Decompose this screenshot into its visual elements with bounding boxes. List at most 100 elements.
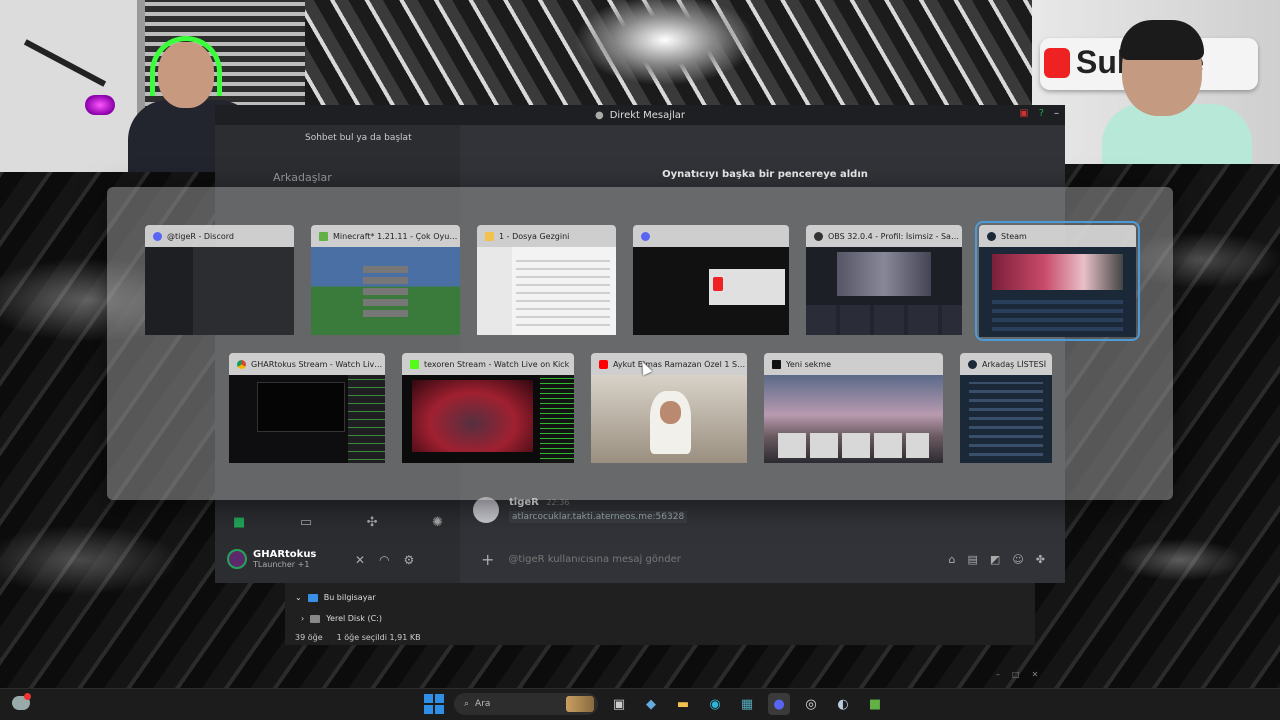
chevron-right-icon[interactable]: › [301, 614, 304, 623]
taskbar-apps: ⌕ Ara ▣ ◆ ▬ ◉ ▦ ● ◎ ◐ ■ [424, 693, 886, 715]
user-status: TLauncher +1 [253, 560, 310, 569]
soundboard-icon[interactable]: ✺ [432, 515, 443, 530]
message-composer[interactable]: + @tigeR kullanıcısına mesaj gönder ⌂ ▤ … [473, 545, 1053, 573]
user-controls: ✕ ◠ ⚙ [355, 553, 414, 567]
window-preview [806, 247, 962, 335]
kick-icon [410, 359, 419, 369]
switcher-item-youtube[interactable]: Aykut Elmas Ramazan Özel 1 Saa... [591, 353, 747, 463]
tree-item-this-pc[interactable]: ⌄ Bu bilgisayar [295, 593, 376, 602]
switcher-item-new-tab[interactable]: Yeni sekme [764, 353, 943, 463]
switcher-item-steam[interactable]: Steam [975, 221, 1140, 341]
mic-light [85, 95, 115, 115]
obs-icon [814, 231, 823, 241]
window-preview [229, 375, 385, 463]
window-preview [633, 247, 789, 335]
minecraft-icon [319, 231, 328, 241]
chrome-icon [237, 359, 246, 369]
steam-icon[interactable]: ◐ [832, 693, 854, 715]
browser-tab-icon [772, 359, 781, 369]
composer-placeholder[interactable]: @tigeR kullanıcısına mesaj gönder [508, 554, 680, 565]
file-explorer-window[interactable]: ⌄ Bu bilgisayar › Yerel Disk (C:) 39 öğe… [285, 583, 1035, 645]
gift-icon[interactable]: ⌂ [949, 553, 956, 566]
switcher-item-friends-list[interactable]: Arkadaş LİSTESİ [960, 353, 1052, 463]
message-text[interactable]: atlarcocuklar.takti.aterneos.me:56328 [509, 511, 688, 523]
window-controls-mini: – □ ✕ [996, 670, 1038, 679]
steam-icon [968, 359, 977, 369]
activity-bar: ■ ▭ ✣ ✺ [233, 515, 443, 530]
tree-label: Yerel Disk (C:) [326, 614, 382, 623]
folder-icon [485, 231, 494, 241]
play-icon [1044, 48, 1070, 78]
avatar[interactable] [227, 549, 247, 569]
activities-icon[interactable]: ✣ [367, 515, 378, 530]
tree-label: Bu bilgisayar [323, 593, 376, 602]
screen-share-icon[interactable]: ▭ [300, 515, 312, 530]
conversation-search[interactable]: Sohbet bul ya da başlat [305, 133, 455, 143]
switcher-item-discord-popout[interactable] [633, 225, 789, 335]
window-preview [311, 247, 460, 335]
start-button[interactable] [424, 694, 444, 714]
switcher-item-file-explorer[interactable]: 1 - Dosya Gezgini [477, 225, 616, 335]
help-icon[interactable]: ? [1039, 108, 1044, 119]
youtube-icon [599, 359, 608, 369]
status-bar: 39 öğe 1 öğe seçildi 1,91 KB [295, 633, 421, 642]
discord-icon[interactable]: ● [768, 693, 790, 715]
chevron-down-icon[interactable]: ⌄ [295, 593, 302, 602]
minimize-icon[interactable]: – [996, 670, 1000, 679]
switcher-item-minecraft[interactable]: Minecraft* 1.21.11 - Çok Oyuncu... [311, 225, 460, 335]
task-view-icon[interactable]: ▣ [608, 693, 630, 715]
switcher-item-discord[interactable]: @tigeR - Discord [145, 225, 294, 335]
taskbar-search[interactable]: ⌕ Ara [454, 693, 598, 715]
user-panel[interactable]: GHARtokus TLauncher +1 [227, 549, 316, 569]
switcher-item-kick[interactable]: texoren Stream - Watch Live on Kick [402, 353, 574, 463]
window-preview [145, 247, 294, 335]
discord-title: Direkt Mesajlar [609, 109, 686, 121]
search-placeholder: Ara [475, 699, 491, 709]
search-icon: ⌕ [464, 699, 470, 709]
discord-icon [641, 231, 650, 241]
tree-item-local-disk[interactable]: › Yerel Disk (C:) [301, 614, 382, 623]
window-preview [764, 375, 943, 463]
headphones-icon[interactable]: ◠ [379, 553, 389, 567]
minecraft-icon[interactable]: ■ [864, 693, 886, 715]
settings-gear-icon[interactable]: ⚙ [404, 553, 415, 567]
popout-notice: Oynatıcıyı başka bir pencereye aldın [662, 169, 868, 180]
edge-icon[interactable]: ◉ [704, 693, 726, 715]
task-switcher: @tigeR - Discord Minecraft* 1.21.11 - Ço… [107, 187, 1173, 500]
obs-icon[interactable]: ◎ [800, 693, 822, 715]
friends-nav[interactable]: Arkadaşlar [273, 171, 332, 184]
emoji-icon[interactable]: ☺ [1012, 553, 1023, 566]
mic-arm [23, 39, 107, 87]
switcher-item-obs[interactable]: OBS 32.0.4 - Profil: İsimsiz - Sahn... [806, 225, 962, 335]
maximize-icon[interactable]: □ [1012, 670, 1020, 679]
discord-icon: ● [594, 109, 604, 121]
message-avatar[interactable] [473, 497, 499, 523]
apps-icon[interactable]: ✤ [1036, 553, 1045, 566]
stream-overlay-art [305, 0, 1032, 105]
mic-muted-icon[interactable]: ✕ [355, 553, 365, 567]
switcher-item-twitch-chrome[interactable]: GHARtokus Stream - Watch Live... [229, 353, 385, 463]
file-explorer-icon[interactable]: ▬ [672, 693, 694, 715]
attach-plus-icon[interactable]: + [481, 550, 494, 569]
disk-icon [310, 614, 321, 623]
inbox-icon[interactable]: ▣ [1019, 108, 1028, 119]
window-preview [477, 247, 616, 335]
window-preview [591, 375, 747, 463]
camera-icon[interactable]: ■ [233, 515, 245, 530]
steam-icon [987, 231, 996, 241]
webcam-right: Sub ribe [1032, 0, 1280, 164]
discord-icon [153, 231, 162, 241]
copilot-icon[interactable]: ◆ [640, 693, 662, 715]
close-icon[interactable]: ✕ [1032, 670, 1039, 679]
discord-titlebar[interactable]: ● Direkt Mesajlar ▣ ? – [215, 105, 1065, 125]
minimize-icon[interactable]: – [1054, 108, 1059, 119]
computer-icon [307, 593, 318, 602]
store-icon[interactable]: ▦ [736, 693, 758, 715]
search-highlight-image [566, 696, 594, 712]
notification-badge [24, 693, 31, 700]
item-count: 39 öğe [295, 633, 323, 642]
taskbar: ⌕ Ara ▣ ◆ ▬ ◉ ▦ ● ◎ ◐ ■ [0, 688, 1280, 720]
sticker-icon[interactable]: ◩ [990, 553, 1000, 566]
gif-icon[interactable]: ▤ [968, 553, 978, 566]
guest-hair [1120, 20, 1204, 60]
